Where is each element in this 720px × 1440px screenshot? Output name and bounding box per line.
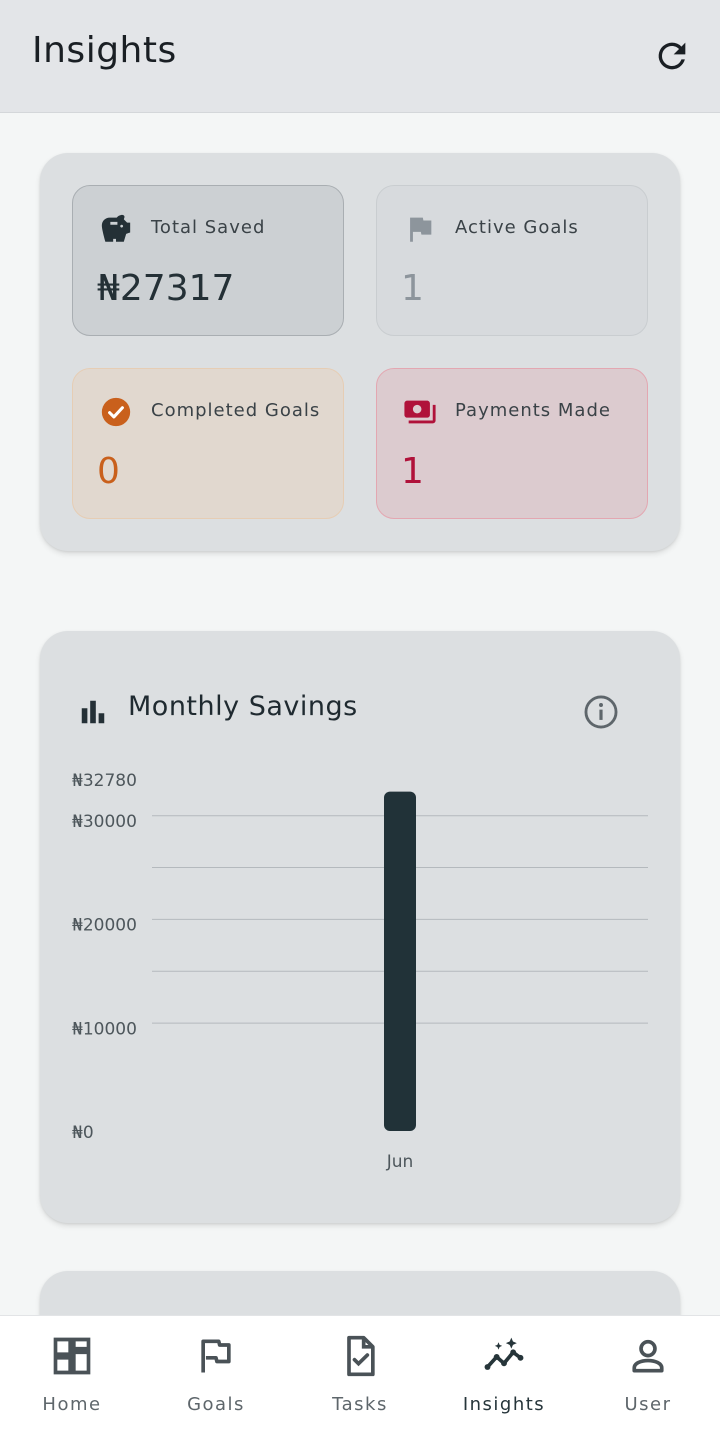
piggy-bank-icon — [101, 214, 131, 242]
tile-label: Total Saved — [151, 217, 266, 238]
x-tick-label: Jun — [386, 1152, 414, 1172]
tile-label: Active Goals — [455, 217, 579, 238]
chart-bar[interactable] — [384, 791, 416, 1131]
tile-value: 1 — [401, 451, 424, 492]
nav-item-home[interactable]: Home — [12, 1334, 132, 1424]
tile-label: Completed Goals — [151, 400, 321, 421]
check-circle-icon — [101, 397, 131, 427]
dashboard-icon — [53, 1337, 91, 1375]
nav-item-goals[interactable]: Goals — [156, 1334, 276, 1424]
user-icon — [632, 1339, 664, 1373]
app-bar: Insights — [0, 0, 720, 113]
tile-value: ₦27317 — [97, 268, 235, 309]
task-file-icon — [347, 1335, 375, 1377]
y-tick-label: ₦20000 — [72, 916, 137, 936]
nav-label: Home — [42, 1394, 102, 1415]
page-title: Insights — [32, 30, 177, 71]
nav-label: Insights — [462, 1394, 546, 1415]
payments-icon — [404, 400, 436, 424]
nav-item-user[interactable]: User — [588, 1334, 708, 1424]
y-tick-label: ₦10000 — [72, 1019, 137, 1039]
y-tick-label: ₦30000 — [72, 812, 137, 832]
y-tick-label: ₦0 — [72, 1123, 94, 1143]
tile-label: Payments Made — [455, 400, 611, 421]
nav-label: User — [624, 1394, 672, 1415]
insights-icon — [484, 1337, 524, 1370]
payments-made-tile[interactable]: Payments Made 1 — [376, 368, 648, 519]
flag-outline-icon — [201, 1339, 231, 1373]
nav-label: Goals — [187, 1394, 245, 1415]
y-tick-label: ₦32780 — [72, 771, 137, 791]
monthly-savings-card: Monthly Savings ₦0 ₦10000 ₦20000 ₦30000 ₦327… — [40, 631, 680, 1223]
total-saved-tile[interactable]: Total Saved ₦27317 — [72, 185, 344, 336]
nav-label: Tasks — [332, 1394, 388, 1415]
completed-goals-tile[interactable]: Completed Goals 0 — [72, 368, 344, 519]
summary-card: Total Saved ₦27317 Active Goals 1 Comple… — [40, 153, 680, 551]
tile-value: 0 — [97, 451, 120, 492]
tile-value: 1 — [401, 268, 424, 309]
flag-icon — [410, 217, 432, 242]
nav-item-tasks[interactable]: Tasks — [300, 1334, 420, 1424]
active-goals-tile[interactable]: Active Goals 1 — [376, 185, 648, 336]
monthly-savings-chart: ₦0 ₦10000 ₦20000 ₦30000 ₦32780 Jun — [72, 771, 648, 1172]
refresh-icon[interactable] — [652, 36, 692, 76]
bottom-navigation: Home Goals Tasks Insights User — [0, 1315, 720, 1440]
nav-item-insights[interactable]: Insights — [444, 1334, 564, 1424]
